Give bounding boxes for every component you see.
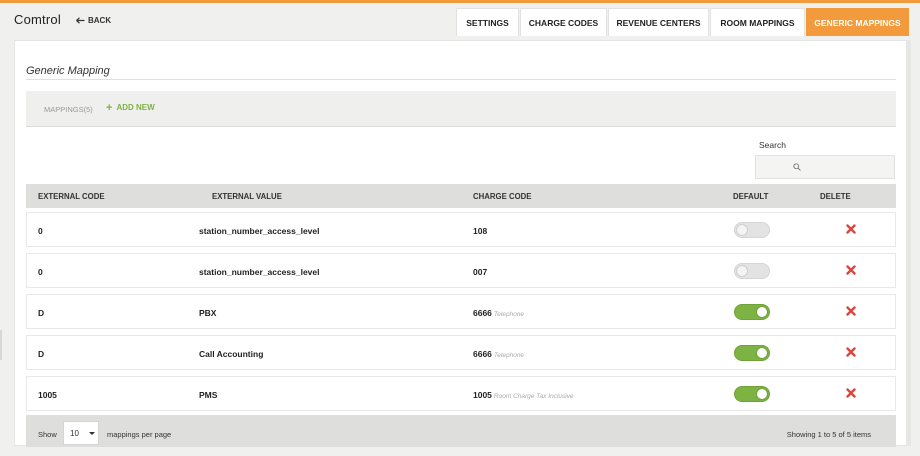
default-toggle[interactable] [734,386,770,402]
toggle-knob [736,265,748,277]
plus-icon: + [106,101,113,114]
charge-code-value: 1005 [473,390,492,400]
external-code-cell: D [38,308,45,318]
arrow-left-icon [76,17,85,24]
column-header-default: DEFAULT [733,192,769,201]
side-edge [0,330,2,360]
external-value-cell: station_number_access_level [199,226,320,236]
column-header-charge-code[interactable]: CHARGE CODE [473,192,531,201]
charge-code-value: 6666 [473,308,492,318]
external-value-cell: PBX [199,308,217,318]
app-header: Comtrol BACK SETTINGS CHARGE CODES REVEN… [0,3,920,36]
caret-down-icon [89,432,95,435]
external-code-cell: 0 [38,267,43,277]
add-new-label: ADD NEW [116,103,155,112]
back-button[interactable]: BACK [76,16,111,25]
mappings-count: MAPPINGS(5) [44,105,93,114]
toggle-knob [736,224,748,236]
add-new-button[interactable]: + ADD NEW [106,101,155,114]
page-size-select[interactable]: 10 [63,421,99,445]
table-row: D Call Accounting 6666 Telephone [26,335,896,370]
default-toggle[interactable] [734,263,770,279]
table-footer: Show 10 mappings per page Showing 1 to 5… [26,415,896,447]
column-header-delete: DELETE [820,192,851,201]
external-value-cell: station_number_access_level [199,267,320,277]
charge-code-value: 6666 [473,349,492,359]
delete-icon[interactable] [846,388,856,398]
table-row: D PBX 6666 Telephone [26,294,896,329]
app-title: Comtrol [14,12,61,27]
table-row: 0 station_number_access_level 007 [26,253,896,288]
per-page-label: mappings per page [107,430,172,439]
charge-code-cell: 6666 Telephone [473,349,524,359]
default-toggle[interactable] [734,345,770,361]
back-label: BACK [88,16,112,25]
tab-generic-mappings[interactable]: GENERIC MAPPINGS [806,8,909,36]
toggle-knob [756,306,768,318]
charge-code-description: Telephone [493,352,525,359]
tab-revenue-centers[interactable]: REVENUE CENTERS [608,8,709,36]
external-code-cell: 1005 [38,390,57,400]
table-header: EXTERNAL CODE EXTERNAL VALUE CHARGE CODE… [26,184,896,208]
toggle-knob [756,388,768,400]
toggle-knob [756,347,768,359]
tab-room-mappings[interactable]: ROOM MAPPINGS [710,8,805,36]
show-label: Show [38,430,57,439]
external-code-cell: 0 [38,226,43,236]
mappings-toolbar: MAPPINGS(5) + ADD NEW [26,91,896,127]
column-header-external-code[interactable]: EXTERNAL CODE [38,192,105,201]
default-toggle[interactable] [734,304,770,320]
delete-icon[interactable] [846,347,856,357]
external-value-cell: Call Accounting [199,349,264,359]
divider [26,79,896,80]
pagination-info: Showing 1 to 5 of 5 items [786,430,871,439]
delete-icon[interactable] [846,306,856,316]
search-input[interactable] [756,156,894,178]
page-title: Generic Mapping [26,65,110,77]
charge-code-cell: 007 [473,267,489,277]
delete-icon[interactable] [846,224,856,234]
delete-icon[interactable] [846,265,856,275]
external-value-cell: PMS [199,390,218,400]
default-toggle[interactable] [734,222,770,238]
charge-code-value: 007 [473,267,488,277]
column-header-external-value[interactable]: EXTERNAL VALUE [212,192,282,201]
charge-code-cell: 108 [473,226,489,236]
search-label: Search [759,140,786,150]
tab-charge-codes[interactable]: CHARGE CODES [520,8,607,36]
tab-bar: SETTINGS CHARGE CODES REVENUE CENTERS RO… [456,8,910,36]
generic-mapping-panel: Generic Mapping MAPPINGS(5) + ADD NEW Se… [14,40,907,447]
tab-settings[interactable]: SETTINGS [456,8,519,36]
page-size-value: 10 [70,429,79,438]
charge-code-description: Room Charge Tax Inclusive [493,393,574,400]
external-code-cell: D [38,349,45,359]
table-row: 0 station_number_access_level 108 [26,212,896,247]
charge-code-description: Telephone [493,311,525,318]
charge-code-cell: 6666 Telephone [473,308,524,318]
scrollbar[interactable] [906,40,911,446]
charge-code-value: 108 [473,226,488,236]
table-row: 1005 PMS 1005 Room Charge Tax Inclusive [26,376,896,411]
charge-code-cell: 1005 Room Charge Tax Inclusive [473,390,574,400]
search-field[interactable] [755,155,895,179]
